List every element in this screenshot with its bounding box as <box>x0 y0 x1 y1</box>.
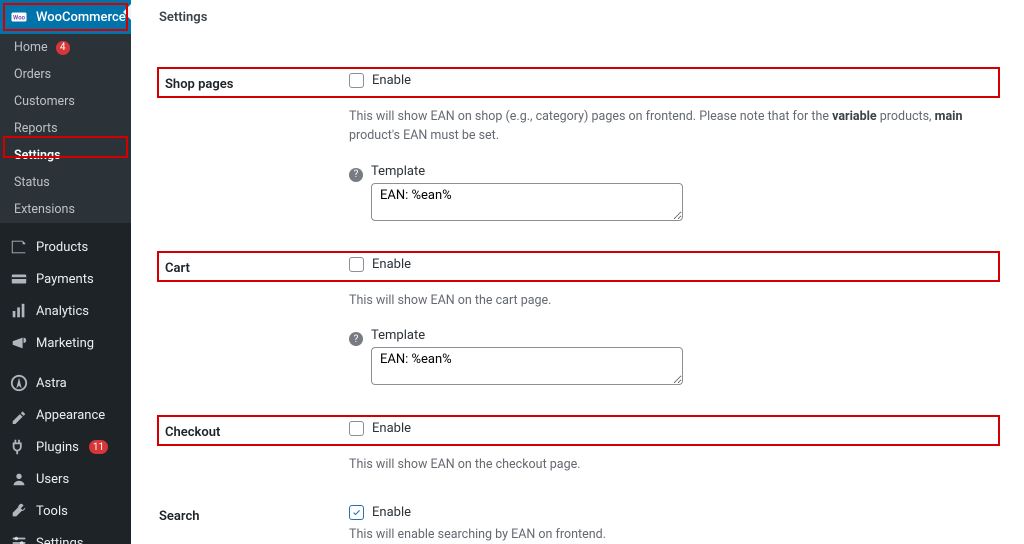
checkout-label: Checkout <box>159 421 349 440</box>
search-label: Search <box>159 505 349 544</box>
checkbox-checked-icon <box>349 505 364 520</box>
svg-text:Woo: Woo <box>13 14 26 21</box>
sidebar-submenu: Home 4 Orders Customers Reports Settings… <box>0 34 131 223</box>
enable-label: Enable <box>372 421 411 436</box>
sidebar-item-marketing[interactable]: Marketing <box>0 327 131 359</box>
sidebar-item-label: Astra <box>36 376 67 391</box>
plugins-badge: 11 <box>89 440 108 454</box>
sidebar-item-label: Payments <box>36 272 94 287</box>
active-pointer-icon <box>123 4 131 20</box>
sidebar-item-label: Customers <box>14 94 75 109</box>
sidebar-woocommerce[interactable]: Woo WooCommerce <box>0 0 131 34</box>
search-help-text: This will enable searching by EAN on fro… <box>349 526 998 544</box>
shop-enable-checkbox[interactable]: Enable <box>349 73 988 88</box>
sidebar-item-settings[interactable]: Settings <box>0 527 131 544</box>
sidebar-item-status[interactable]: Status <box>0 169 131 196</box>
sidebar-item-label: Tools <box>36 504 68 519</box>
sidebar-item-plugins[interactable]: Plugins 11 <box>0 431 131 463</box>
sidebar-item-tools[interactable]: Tools <box>0 495 131 527</box>
sidebar-item-users[interactable]: Users <box>0 463 131 495</box>
cart-template-textarea[interactable] <box>371 347 683 385</box>
highlight-checkout: Checkout Enable <box>157 415 1000 446</box>
cart-help-text: This will show EAN on the cart page. <box>349 292 998 311</box>
enable-label: Enable <box>372 257 411 272</box>
shop-template-textarea[interactable] <box>371 183 683 221</box>
help-tooltip-icon[interactable]: ? <box>349 168 363 182</box>
help-tooltip-icon[interactable]: ? <box>349 332 363 346</box>
shop-help-text: This will show EAN on shop (e.g., catego… <box>349 108 998 146</box>
sidebar-label: WooCommerce <box>36 10 126 25</box>
admin-sidebar: Woo WooCommerce Home 4 Orders Customers … <box>0 0 131 544</box>
sidebar-item-label: Appearance <box>36 408 105 423</box>
sidebar-item-label: Reports <box>14 121 58 136</box>
sidebar-item-appearance[interactable]: Appearance <box>0 399 131 431</box>
highlight-shop-pages: Shop pages Enable <box>157 67 1000 98</box>
sidebar-item-label: Orders <box>14 67 51 82</box>
users-icon <box>10 470 28 488</box>
products-icon <box>10 238 28 256</box>
checkbox-unchecked-icon <box>349 421 364 436</box>
highlight-cart: Cart Enable <box>157 251 1000 282</box>
appearance-icon <box>10 406 28 424</box>
marketing-icon <box>10 334 28 352</box>
page-title: Settings <box>159 10 998 25</box>
sidebar-item-label: Settings <box>14 148 61 163</box>
checkbox-unchecked-icon <box>349 257 364 272</box>
settings-panel: Settings Shop pages Enable This will sho… <box>131 0 1024 544</box>
astra-icon <box>10 374 28 392</box>
sidebar-item-label: Analytics <box>36 304 89 319</box>
sidebar-item-reports[interactable]: Reports <box>0 115 131 142</box>
sidebar-item-products[interactable]: Products <box>0 231 131 263</box>
sidebar-item-payments[interactable]: Payments <box>0 263 131 295</box>
sidebar-item-label: Extensions <box>14 202 75 217</box>
sidebar-item-wc-settings[interactable]: Settings <box>0 142 131 169</box>
template-label: Template <box>371 328 998 343</box>
sidebar-item-label: Products <box>36 240 88 255</box>
cart-label: Cart <box>159 257 349 276</box>
checkout-help-text: This will show EAN on the checkout page. <box>349 456 998 475</box>
sidebar-item-extensions[interactable]: Extensions <box>0 196 131 223</box>
sidebar-item-orders[interactable]: Orders <box>0 61 131 88</box>
checkbox-unchecked-icon <box>349 73 364 88</box>
settings-icon <box>10 534 28 544</box>
sidebar-item-label: Plugins <box>36 440 79 455</box>
checkout-enable-checkbox[interactable]: Enable <box>349 421 988 436</box>
plugins-icon <box>10 438 28 456</box>
sidebar-item-analytics[interactable]: Analytics <box>0 295 131 327</box>
sidebar-item-label: Settings <box>36 536 83 544</box>
analytics-icon <box>10 302 28 320</box>
shop-pages-label: Shop pages <box>159 73 349 92</box>
sidebar-item-label: Marketing <box>36 336 94 351</box>
sidebar-item-label: Home <box>14 40 48 55</box>
home-badge: 4 <box>56 41 70 55</box>
sidebar-item-home[interactable]: Home 4 <box>0 34 131 61</box>
cart-enable-checkbox[interactable]: Enable <box>349 257 988 272</box>
sidebar-item-label: Users <box>36 472 69 487</box>
sidebar-item-customers[interactable]: Customers <box>0 88 131 115</box>
search-enable-checkbox[interactable]: Enable <box>349 505 998 520</box>
tools-icon <box>10 502 28 520</box>
woocommerce-icon: Woo <box>10 8 28 26</box>
template-label: Template <box>371 164 998 179</box>
sidebar-item-label: Status <box>14 175 50 190</box>
enable-label: Enable <box>372 505 411 520</box>
enable-label: Enable <box>372 73 411 88</box>
payments-icon <box>10 270 28 288</box>
sidebar-item-astra[interactable]: Astra <box>0 367 131 399</box>
